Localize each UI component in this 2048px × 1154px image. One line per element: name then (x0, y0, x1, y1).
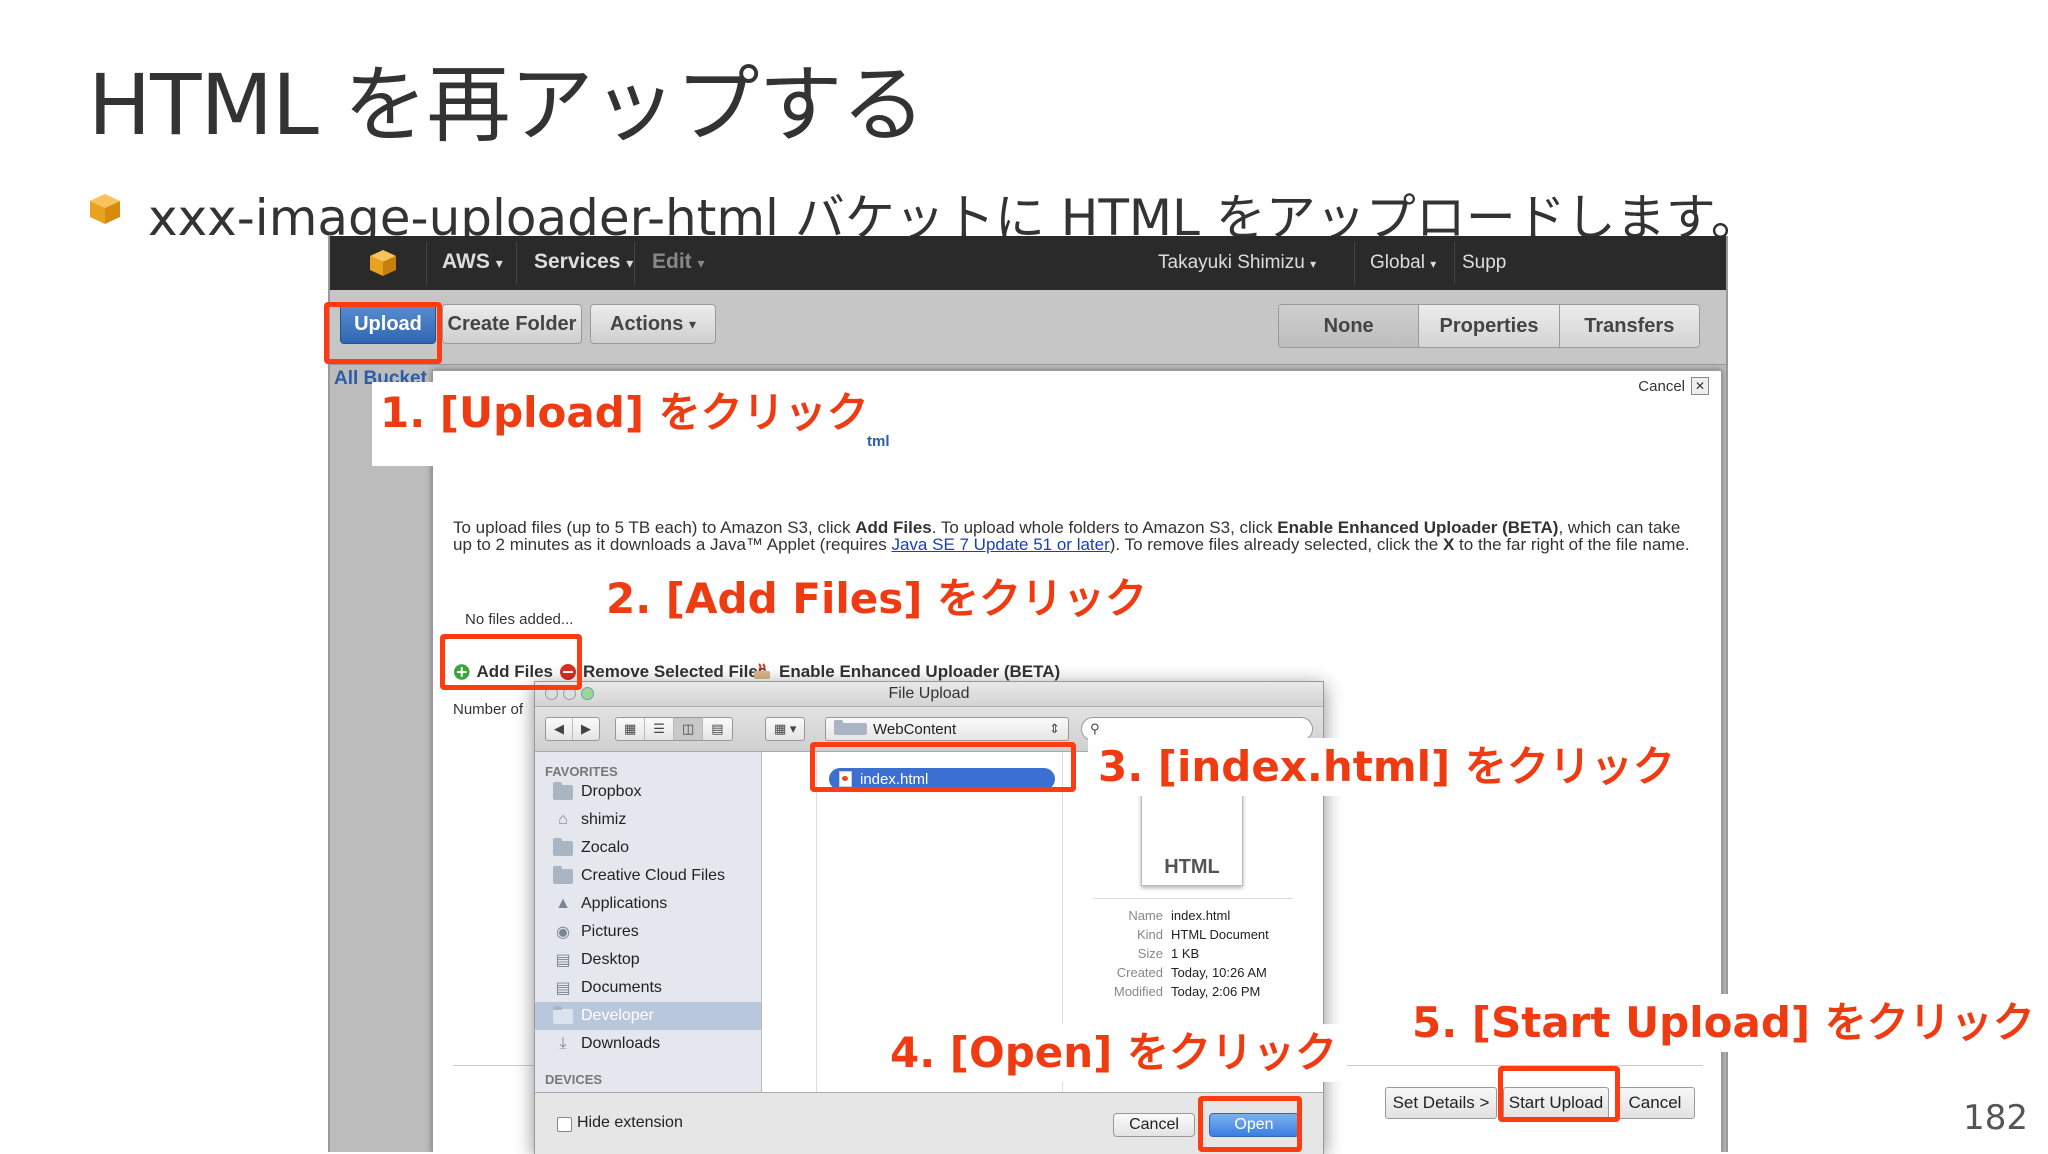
box-icon (90, 194, 120, 224)
grid-icon: ▦ ▾ (774, 721, 797, 736)
view-properties[interactable]: Properties (1419, 305, 1560, 347)
callout-step-3: 3. [index.html] をクリック (1088, 738, 1685, 796)
create-folder-button[interactable]: Create Folder (442, 304, 582, 344)
bucket-name-fragment: tml (867, 433, 890, 450)
close-icon[interactable]: ✕ (1691, 377, 1709, 395)
number-of-files-label: Number of (453, 701, 524, 718)
highlight-upload (324, 302, 442, 364)
java-icon (754, 663, 770, 679)
chevron-down-icon: ▾ (697, 255, 705, 271)
highlight-index-html (810, 742, 1076, 792)
applications-icon: ▲ (555, 895, 571, 912)
meta-size: Size 1 KB (1137, 946, 1200, 961)
actions-button[interactable]: Actions ▾ (590, 304, 716, 344)
sidebar-item-developer[interactable]: Developer (535, 1002, 761, 1030)
sidebar-item-creative-cloud[interactable]: Creative Cloud Files (535, 862, 761, 890)
highlight-start-upload (1498, 1066, 1620, 1122)
page-number: 182 (1963, 1098, 2028, 1138)
sidebar-item-zocalo[interactable]: Zocalo (535, 834, 761, 862)
chevron-down-icon: ▾ (1310, 257, 1317, 271)
callout-step-5: 5. [Start Upload] をクリック (1402, 994, 2045, 1052)
home-icon: ⌂ (558, 811, 568, 828)
file-column-parent[interactable] (762, 752, 817, 1092)
view-mode-buttons: ▦ ☰ ◫ ▤ (615, 717, 733, 741)
sidebar-item-pictures[interactable]: ◉ Pictures (535, 918, 761, 946)
folder-icon (553, 837, 573, 856)
chevron-down-icon: ▾ (495, 255, 503, 271)
column-view-icon[interactable]: ◫ (673, 718, 704, 740)
icon-view-icon[interactable]: ▦ (616, 718, 646, 740)
desktop-icon: ▤ (555, 952, 571, 969)
html-document-icon: HTML (1141, 792, 1243, 886)
sidebar-item-dropbox[interactable]: Dropbox (535, 778, 761, 806)
chevron-down-icon: ▾ (626, 255, 634, 271)
view-none[interactable]: None (1279, 305, 1420, 347)
sidebar-item-shimiz[interactable]: ⌂ shimiz (535, 806, 761, 834)
region-menu[interactable]: Global ▾ (1370, 252, 1436, 274)
forward-arrow-icon[interactable]: ▶ (573, 718, 599, 740)
upload-cancel-top[interactable]: Cancel ✕ (1638, 377, 1709, 395)
download-icon: ⤓ (559, 1035, 567, 1052)
coverflow-view-icon[interactable]: ▤ (703, 718, 731, 740)
folder-icon (553, 781, 573, 800)
upload-instructions: To upload files (up to 5 TB each) to Ama… (453, 518, 1690, 554)
devices-heading: DEVICES (545, 1072, 603, 1087)
arrange-button[interactable]: ▦ ▾ (765, 717, 806, 741)
document-icon: ▤ (555, 980, 571, 997)
view-segmented-control: None Properties Transfers (1278, 304, 1700, 348)
sidebar-item-desktop[interactable]: ▤ Desktop (535, 946, 761, 974)
camera-icon: ◉ (556, 924, 570, 941)
sidebar-item-downloads[interactable]: ⤓ Downloads (535, 1030, 761, 1058)
back-forward-buttons: ◀ ▶ (545, 717, 600, 741)
zoom-window-button[interactable] (581, 687, 594, 700)
folder-icon (834, 720, 867, 735)
services-menu[interactable]: Services ▾ (534, 250, 633, 274)
hide-extension-checkbox[interactable] (557, 1117, 572, 1132)
aws-menu[interactable]: AWS ▾ (442, 250, 503, 274)
meta-created: Created Today, 10:26 AM (1116, 965, 1267, 980)
meta-name: Name index.html (1128, 908, 1231, 923)
highlight-add-files (440, 634, 582, 690)
java-link[interactable]: Java SE 7 Update 51 or later (891, 535, 1109, 554)
file-dialog-cancel-button[interactable]: Cancel (1113, 1113, 1195, 1137)
back-arrow-icon[interactable]: ◀ (546, 718, 573, 740)
aws-nav-bar: AWS ▾ Services ▾ Edit ▾ Takayuki Shimizu… (330, 236, 1726, 290)
view-transfers[interactable]: Transfers (1559, 305, 1699, 347)
chevron-down-icon: ▾ (1430, 257, 1437, 271)
list-view-icon[interactable]: ☰ (645, 718, 674, 740)
edit-menu[interactable]: Edit ▾ (652, 250, 705, 274)
folder-icon (553, 1005, 573, 1024)
s3-toolbar: Upload Create Folder Actions ▾ None Prop… (330, 290, 1726, 365)
sidebar-item-documents[interactable]: ▤ Documents (535, 974, 761, 1002)
folder-icon (553, 865, 573, 884)
callout-step-2: 2. [Add Files] をクリック (596, 570, 1158, 628)
hide-extension-label: Hide extension (577, 1114, 683, 1131)
support-menu[interactable]: Supp (1462, 252, 1506, 274)
sidebar-item-applications[interactable]: ▲ Applications (535, 890, 761, 918)
location-popup[interactable]: WebContent ⇕ (825, 717, 1069, 741)
updown-chevron-icon: ⇕ (1049, 721, 1060, 736)
aws-cube-icon[interactable] (368, 248, 398, 278)
file-dialog-sidebar: FAVORITES Dropbox ⌂ shimiz Zocalo Creativ… (535, 752, 762, 1092)
chevron-down-icon: ▾ (688, 315, 696, 332)
no-files-text: No files added... (465, 611, 574, 628)
favorites-heading: FAVORITES (545, 764, 618, 779)
meta-kind: Kind HTML Document (1136, 927, 1269, 942)
user-menu[interactable]: Takayuki Shimizu ▾ (1158, 252, 1316, 274)
slide-title: HTML を再アップする (88, 56, 925, 154)
callout-step-1: 1. [Upload] をクリック (372, 382, 869, 466)
search-icon: ⚲ (1090, 721, 1100, 736)
file-dialog-title: File Upload (535, 682, 1323, 707)
highlight-open (1198, 1096, 1302, 1152)
set-details-button[interactable]: Set Details > (1385, 1087, 1497, 1119)
meta-modified: Modified Today, 2:06 PM (1113, 984, 1261, 999)
callout-step-4: 4. [Open] をクリック (880, 1024, 1347, 1082)
upload-cancel-button[interactable]: Cancel (1615, 1087, 1695, 1119)
